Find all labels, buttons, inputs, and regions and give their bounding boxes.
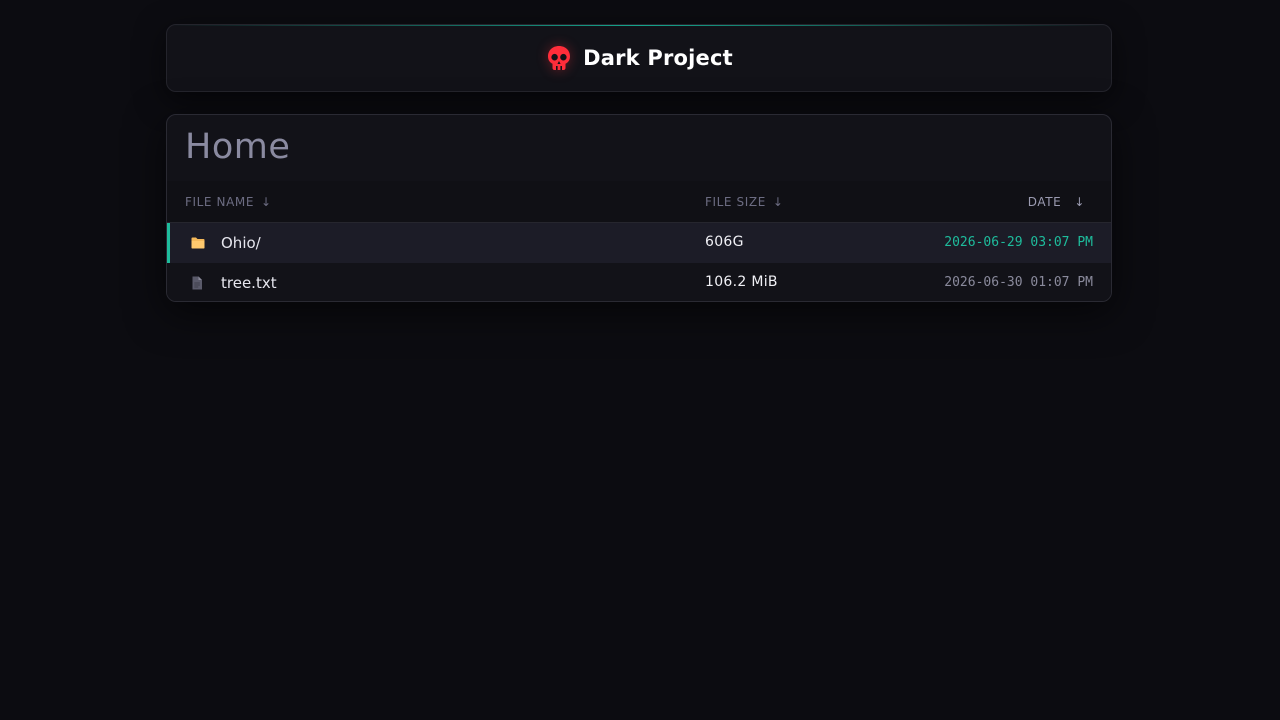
skull-icon bbox=[548, 46, 571, 70]
brand-title: Dark Project bbox=[583, 46, 733, 70]
site-header: Dark Project bbox=[166, 24, 1112, 92]
table-header: FILE NAME ↓ FILE SIZE ↓ DATE ↓ bbox=[167, 181, 1111, 223]
table-row[interactable]: tree.txt 106.2 MiB 2026-06-30 01:07 PM bbox=[167, 263, 1111, 301]
file-date: 2026-06-30 01:07 PM bbox=[944, 275, 1093, 290]
folder-icon bbox=[191, 237, 205, 249]
sort-arrow-icon: ↓ bbox=[772, 195, 784, 209]
column-header-date[interactable]: DATE ↓ bbox=[1028, 195, 1085, 209]
file-link[interactable]: tree.txt bbox=[221, 274, 277, 292]
column-label: FILE SIZE bbox=[705, 195, 766, 209]
sort-arrow-icon: ↓ bbox=[261, 195, 272, 209]
column-header-file-size[interactable]: FILE SIZE ↓ bbox=[705, 195, 784, 209]
file-date: 2026-06-29 03:07 PM bbox=[944, 235, 1093, 250]
file-link[interactable]: Ohio/ bbox=[221, 234, 261, 252]
sort-arrow-icon: ↓ bbox=[1074, 195, 1085, 209]
file-listing-panel: Home FILE NAME ↓ FILE SIZE ↓ DATE ↓ Ohio… bbox=[166, 114, 1112, 302]
page-title: Home bbox=[185, 127, 291, 167]
column-header-file-name[interactable]: FILE NAME ↓ bbox=[185, 195, 272, 209]
file-size: 106.2 MiB bbox=[705, 274, 778, 290]
table-row[interactable]: Ohio/ 606G 2026-06-29 03:07 PM bbox=[167, 223, 1111, 263]
brand[interactable]: Dark Project bbox=[545, 44, 733, 72]
file-size: 606G bbox=[705, 234, 744, 250]
column-label: DATE bbox=[1027, 195, 1062, 209]
column-label: FILE NAME bbox=[185, 195, 255, 209]
file-icon bbox=[192, 276, 202, 290]
